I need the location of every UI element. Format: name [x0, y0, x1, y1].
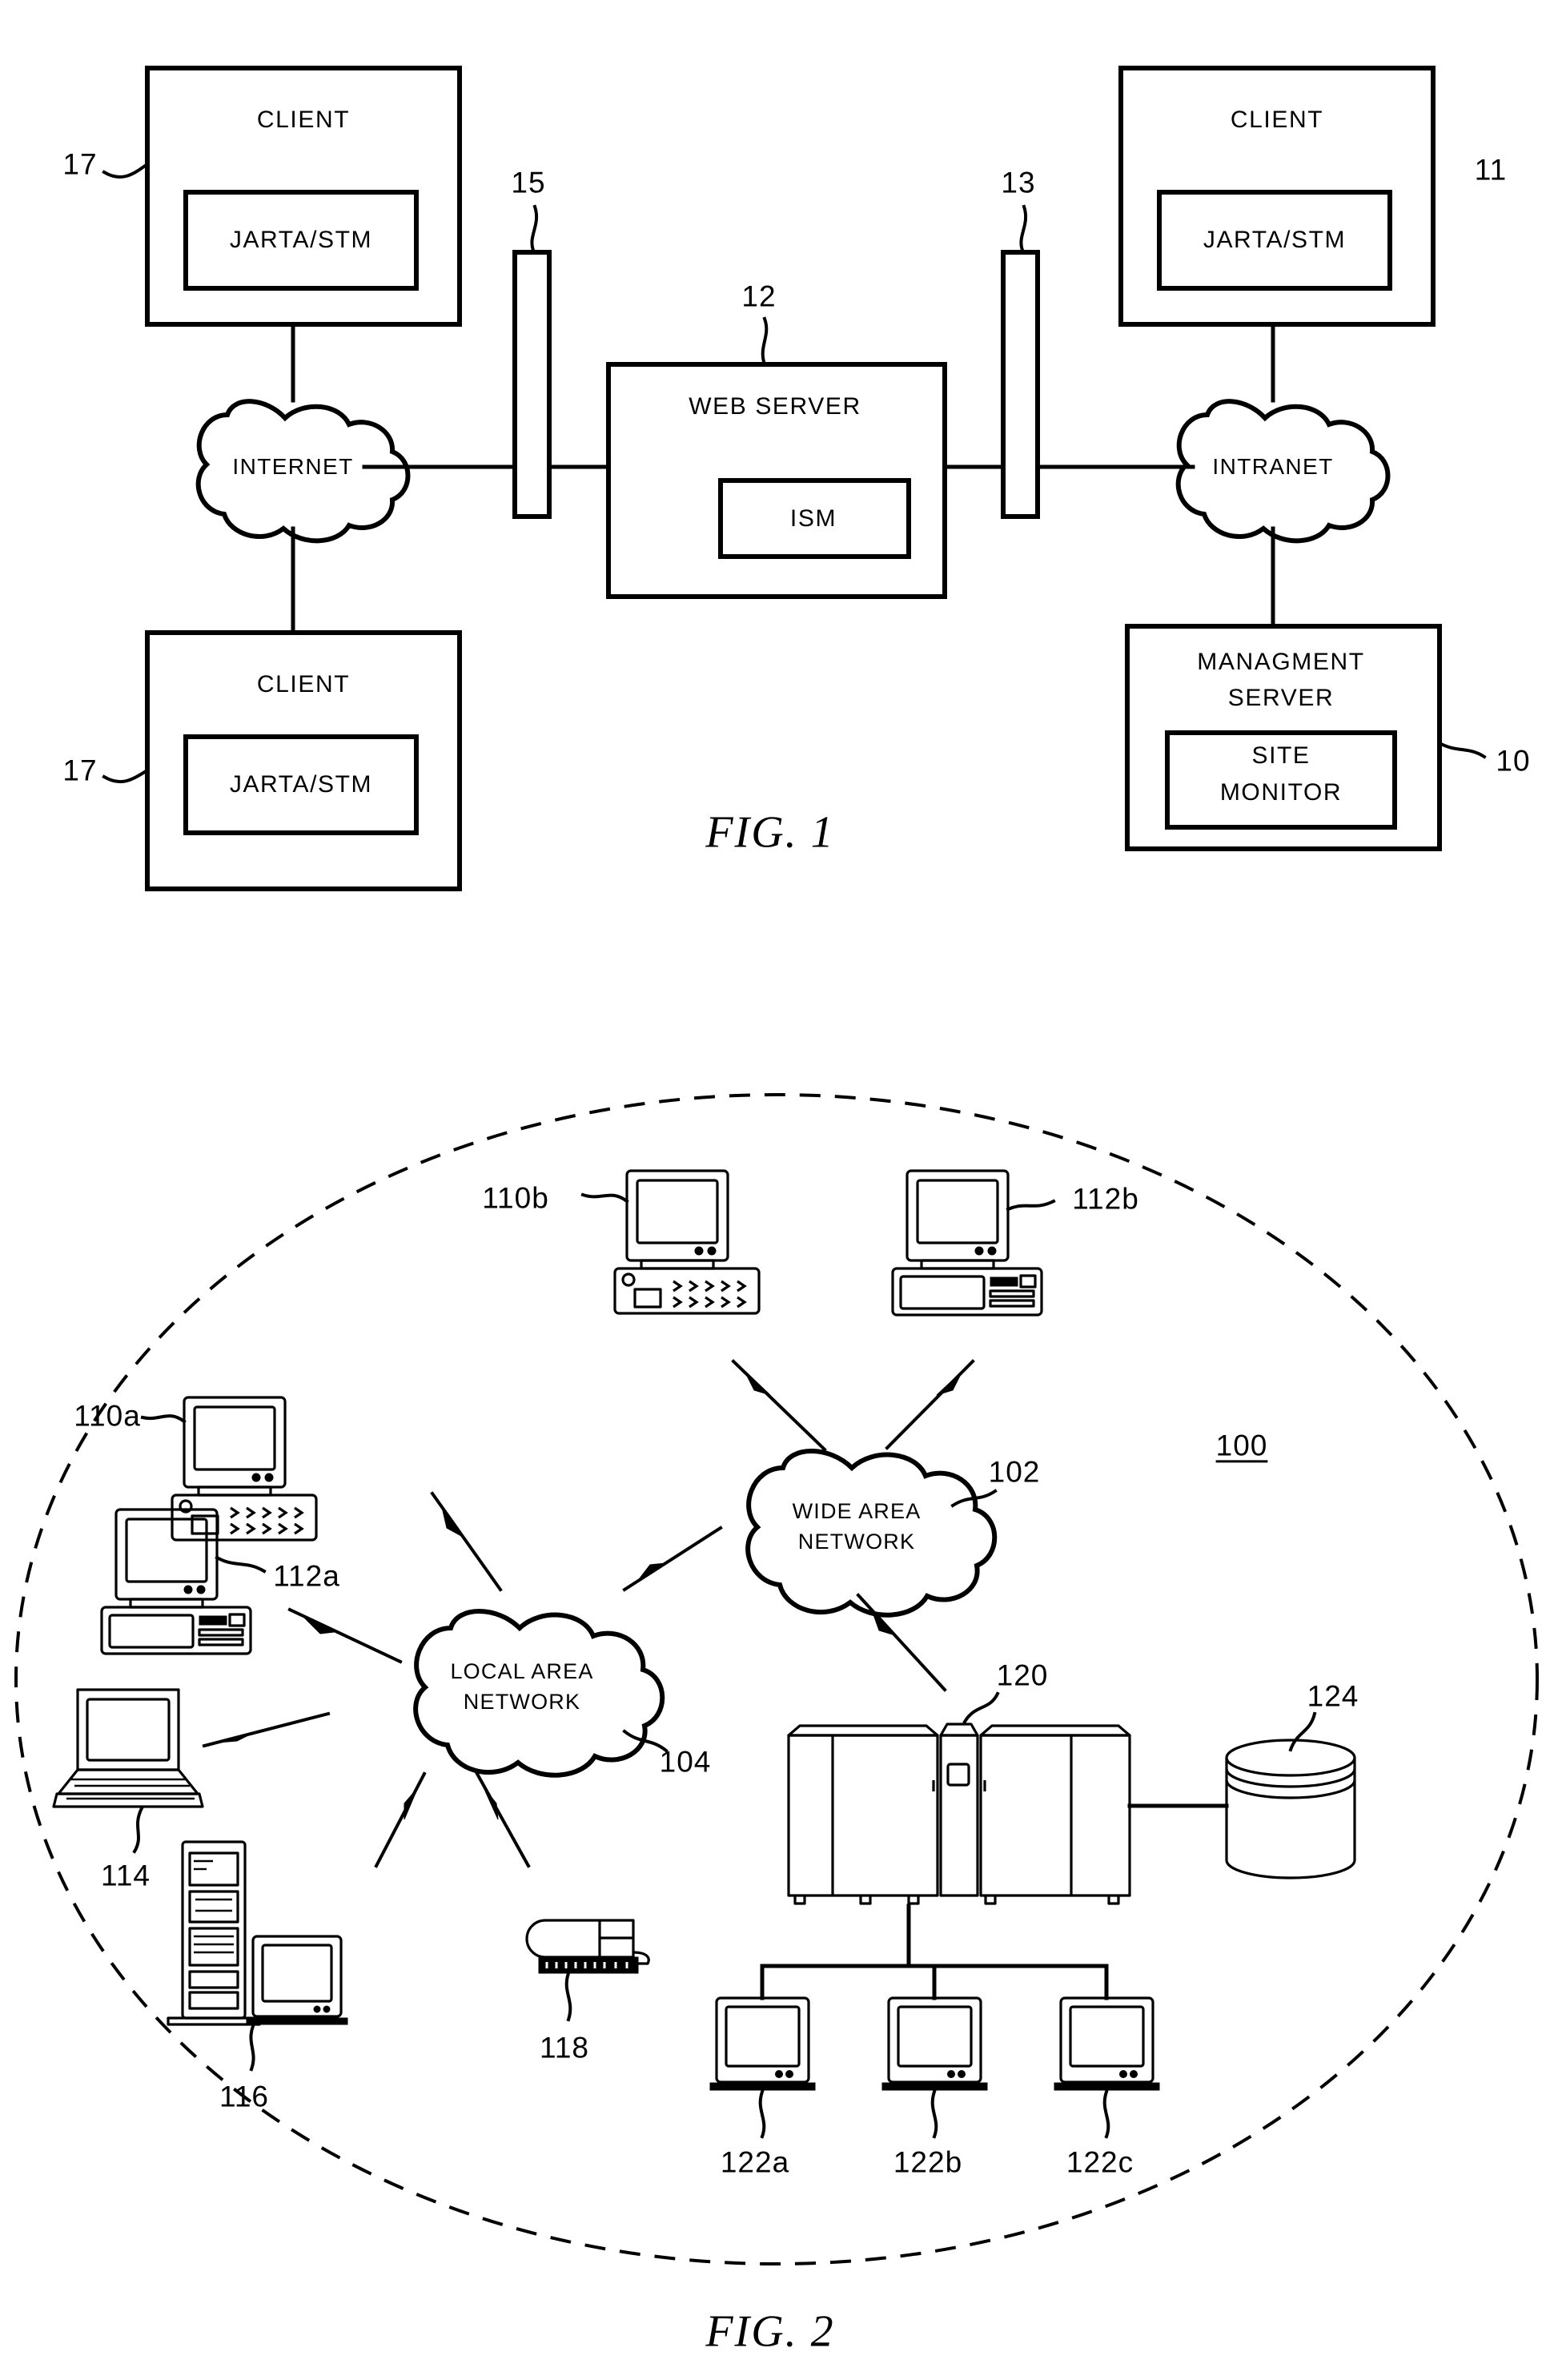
- arrow-112a-lan: [287, 1607, 403, 1664]
- leader-15: [530, 204, 539, 255]
- refnum-110a: 110a: [74, 1399, 141, 1433]
- leader-17-top: [102, 162, 150, 179]
- site-monitor-label-2: MONITOR: [1219, 779, 1343, 806]
- refnum-124: 124: [1307, 1679, 1359, 1713]
- refnum-100-system: 100: [1215, 1429, 1268, 1462]
- refnum-120: 120: [996, 1658, 1049, 1692]
- leader-114: [132, 1806, 144, 1854]
- arrow-lan-118: [475, 1771, 531, 1868]
- ism-label: ISM: [789, 505, 837, 533]
- management-server-title-1: MANAGMENT: [1197, 649, 1365, 676]
- refnum-122c: 122c: [1066, 2145, 1134, 2179]
- leader-122b: [930, 2089, 938, 2139]
- leader-122c: [1102, 2089, 1110, 2139]
- client-top-inner-label: JARTA/STM: [229, 227, 373, 254]
- refnum-110b: 110b: [482, 1181, 549, 1215]
- node-112a: [100, 1508, 252, 1655]
- wan-cloud-label-line2: NETWORK: [797, 1530, 916, 1554]
- site-monitor-label-1: SITE: [1251, 742, 1311, 770]
- leader-124: [1288, 1711, 1317, 1752]
- internet-cloud-label: INTERNET: [232, 454, 354, 480]
- leader-122a: [758, 2089, 766, 2139]
- refnum-122b: 122b: [893, 2145, 963, 2179]
- leader-116: [249, 2024, 255, 2072]
- node-122b: [881, 1996, 988, 2091]
- client-right-inner-label: JARTA/STM: [1203, 227, 1347, 254]
- node-112b: [891, 1169, 1043, 1317]
- patent-drawing-sheet: CLIENT JARTA/STM 17 CLIENT JARTA/STM 17 …: [0, 0, 1554, 2380]
- intranet-cloud-label: INTRANET: [1212, 454, 1334, 480]
- drawing-vector-layer: [14, 66, 1539, 2265]
- firewall-bar-right: [1001, 250, 1040, 519]
- refnum-122a: 122a: [720, 2145, 790, 2179]
- node-118: [525, 1919, 650, 1974]
- leader-10: [1437, 741, 1487, 759]
- refnum-15: 15: [511, 166, 546, 199]
- refnum-112b: 112b: [1072, 1182, 1139, 1216]
- figure-2-caption: FIG. 2: [705, 2306, 835, 2357]
- refnum-112a: 112a: [273, 1559, 340, 1593]
- refnum-13: 13: [1001, 166, 1036, 199]
- leader-112b: [1006, 1199, 1056, 1212]
- leader-110a: [140, 1414, 187, 1424]
- node-110b: [613, 1169, 761, 1315]
- client-top-title: CLIENT: [256, 107, 351, 134]
- refnum-12: 12: [741, 279, 777, 313]
- refnum-116: 116: [219, 2080, 269, 2113]
- leader-110b: [580, 1192, 629, 1204]
- leader-120: [962, 1691, 1000, 1724]
- refnum-17-bottom: 17: [62, 754, 98, 787]
- node-116: [167, 1840, 348, 2026]
- refnum-17-top: 17: [62, 147, 98, 181]
- refnum-118: 118: [540, 2031, 589, 2064]
- refnum-114: 114: [101, 1859, 151, 1892]
- lan-cloud-label-line2: NETWORK: [463, 1690, 581, 1715]
- wan-cloud-label-line1: WIDE AREA: [792, 1499, 922, 1524]
- leader-13: [1019, 204, 1028, 255]
- web-server-title: WEB SERVER: [689, 393, 861, 420]
- leader-112a: [215, 1555, 267, 1574]
- client-right-title: CLIENT: [1230, 107, 1324, 134]
- refnum-102: 102: [988, 1455, 1041, 1489]
- node-114: [52, 1688, 204, 1808]
- client-bottom-title: CLIENT: [256, 671, 351, 698]
- leader-12: [761, 316, 769, 367]
- refnum-10: 10: [1496, 744, 1531, 778]
- figure-1-caption: FIG. 1: [705, 807, 835, 858]
- leader-118: [564, 1971, 572, 2022]
- refnum-11: 11: [1474, 153, 1508, 187]
- node-122a: [709, 1996, 816, 2091]
- firewall-bar-left: [512, 250, 552, 519]
- node-120: [787, 1723, 1131, 1905]
- client-bottom-inner-label: JARTA/STM: [229, 771, 373, 798]
- management-server-title-2: SERVER: [1227, 685, 1335, 712]
- leader-17-bottom: [102, 768, 150, 784]
- node-124: [1225, 1739, 1356, 1879]
- node-122c: [1054, 1996, 1160, 2091]
- refnum-104: 104: [659, 1745, 712, 1779]
- arrow-lan-116: [374, 1771, 427, 1868]
- lan-cloud-label-line1: LOCAL AREA: [450, 1659, 594, 1684]
